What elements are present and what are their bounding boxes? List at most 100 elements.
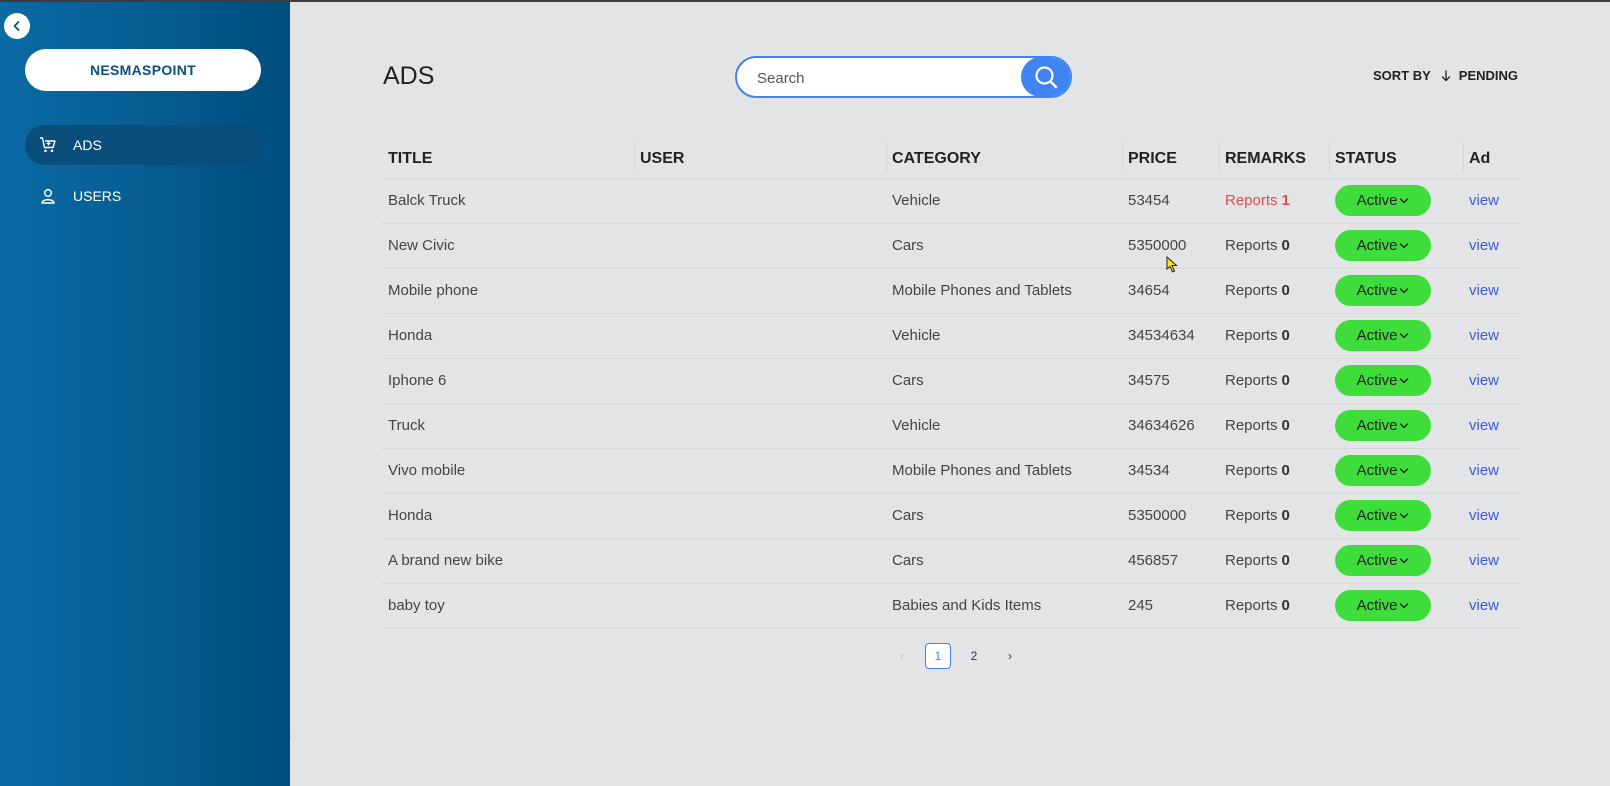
- status-dropdown[interactable]: Active: [1335, 275, 1431, 306]
- view-ad-link[interactable]: view: [1469, 507, 1499, 524]
- reports-link[interactable]: Reports 0: [1225, 507, 1290, 524]
- status-dropdown[interactable]: Active: [1335, 545, 1431, 576]
- cell-remarks: Reports 0: [1219, 583, 1329, 629]
- sidebar-item-users[interactable]: USERS: [25, 176, 261, 216]
- cell-action: view: [1463, 178, 1520, 224]
- table-header-row: TITLE USER CATEGORY PRICE REMARKS STATUS Ad: [382, 136, 1520, 179]
- reports-link[interactable]: Reports 0: [1225, 597, 1290, 614]
- view-ad-link[interactable]: view: [1469, 597, 1499, 614]
- reports-count: 0: [1281, 417, 1290, 434]
- status-dropdown[interactable]: Active: [1335, 365, 1431, 396]
- column-divider: [886, 142, 887, 172]
- reports-count: 0: [1281, 552, 1290, 569]
- cart-icon: [37, 134, 59, 156]
- pagination-next-button[interactable]: ›: [997, 643, 1023, 669]
- status-label: Active: [1356, 597, 1398, 614]
- ads-table: TITLE USER CATEGORY PRICE REMARKS STATUS Ad Ba…: [382, 136, 1520, 629]
- search-icon: [1035, 66, 1058, 89]
- reports-link[interactable]: Reports 0: [1225, 282, 1290, 299]
- chevron-down-icon: [1399, 422, 1409, 430]
- reports-label: Reports: [1225, 417, 1278, 434]
- cell-status: Active: [1329, 403, 1463, 449]
- cell-price: 34654: [1122, 268, 1219, 314]
- cell-title: baby toy: [382, 583, 634, 629]
- sidebar-item-ads[interactable]: ADS: [25, 125, 261, 165]
- cell-remarks: Reports 0: [1219, 403, 1329, 449]
- cell-status: Active: [1329, 268, 1463, 314]
- status-dropdown[interactable]: Active: [1335, 230, 1431, 261]
- search-button[interactable]: [1021, 58, 1070, 96]
- search-input[interactable]: [737, 58, 1039, 96]
- status-dropdown[interactable]: Active: [1335, 455, 1431, 486]
- cell-price: 34534: [1122, 448, 1219, 494]
- cell-title: A brand new bike: [382, 538, 634, 584]
- reports-label: Reports: [1225, 507, 1278, 524]
- cell-category: Babies and Kids Items: [886, 583, 1122, 629]
- pagination-page-2[interactable]: 2: [961, 643, 987, 669]
- view-ad-link[interactable]: view: [1469, 417, 1499, 434]
- view-ad-link[interactable]: view: [1469, 552, 1499, 569]
- table-row: baby toy Babies and Kids Items 245 Reports 0…: [382, 583, 1520, 629]
- status-dropdown[interactable]: Active: [1335, 500, 1431, 531]
- cell-status: Active: [1329, 313, 1463, 359]
- chevron-down-icon: [1399, 242, 1409, 250]
- reports-link[interactable]: Reports 0: [1225, 237, 1290, 254]
- column-header-label: TITLE: [388, 149, 433, 167]
- cell-title: Mobile phone: [382, 268, 634, 314]
- sort-control[interactable]: SORT BY PENDING: [1373, 68, 1518, 83]
- view-ad-link[interactable]: view: [1469, 327, 1499, 344]
- reports-label: Reports: [1225, 597, 1278, 614]
- status-label: Active: [1356, 417, 1398, 434]
- chevron-left-icon: [13, 21, 20, 31]
- status-dropdown[interactable]: Active: [1335, 590, 1431, 621]
- cell-user: [634, 583, 886, 629]
- cell-remarks: Reports 0: [1219, 313, 1329, 359]
- cell-title: Balck Truck: [382, 178, 634, 224]
- pagination-prev-button[interactable]: ‹: [889, 643, 915, 669]
- view-ad-link[interactable]: view: [1469, 462, 1499, 479]
- table-row: Balck Truck Vehicle 53454 Reports 1 Active vie…: [382, 178, 1520, 224]
- reports-link[interactable]: Reports 1: [1225, 192, 1290, 209]
- status-label: Active: [1356, 462, 1398, 479]
- reports-link[interactable]: Reports 0: [1225, 327, 1290, 344]
- status-dropdown[interactable]: Active: [1335, 185, 1431, 216]
- view-ad-link[interactable]: view: [1469, 192, 1499, 209]
- reports-link[interactable]: Reports 0: [1225, 552, 1290, 569]
- cell-status: Active: [1329, 178, 1463, 224]
- cell-remarks: Reports 1: [1219, 178, 1329, 224]
- chevron-down-icon: [1399, 512, 1409, 520]
- column-divider: [1219, 142, 1220, 172]
- cell-title: Honda: [382, 493, 634, 539]
- reports-link[interactable]: Reports 0: [1225, 462, 1290, 479]
- cell-category: Vehicle: [886, 178, 1122, 224]
- cell-title: Vivo mobile: [382, 448, 634, 494]
- status-dropdown[interactable]: Active: [1335, 410, 1431, 441]
- cell-action: view: [1463, 313, 1520, 359]
- column-header-status: STATUS: [1329, 136, 1463, 179]
- cell-category: Mobile Phones and Tablets: [886, 448, 1122, 494]
- cell-user: [634, 178, 886, 224]
- table-row: Iphone 6 Cars 34575 Reports 0 Active view: [382, 358, 1520, 404]
- collapse-sidebar-button[interactable]: [4, 13, 30, 39]
- view-ad-link[interactable]: view: [1469, 282, 1499, 299]
- cell-action: view: [1463, 268, 1520, 314]
- cell-action: view: [1463, 358, 1520, 404]
- reports-link[interactable]: Reports 0: [1225, 372, 1290, 389]
- column-header-price: PRICE: [1122, 136, 1219, 179]
- view-ad-link[interactable]: view: [1469, 372, 1499, 389]
- view-ad-link[interactable]: view: [1469, 237, 1499, 254]
- status-label: Active: [1356, 282, 1398, 299]
- brand-button[interactable]: NESMASPOINT: [25, 49, 261, 91]
- reports-count: 1: [1281, 192, 1290, 209]
- status-dropdown[interactable]: Active: [1335, 320, 1431, 351]
- cell-action: view: [1463, 448, 1520, 494]
- reports-count: 0: [1281, 597, 1290, 614]
- reports-count: 0: [1281, 327, 1290, 344]
- reports-label: Reports: [1225, 372, 1278, 389]
- cell-user: [634, 223, 886, 269]
- search-bar: [735, 56, 1072, 98]
- cell-category: Vehicle: [886, 313, 1122, 359]
- table-row: Truck Vehicle 34634626 Reports 0 Active view: [382, 403, 1520, 449]
- reports-link[interactable]: Reports 0: [1225, 417, 1290, 434]
- pagination-page-1[interactable]: 1: [925, 643, 951, 669]
